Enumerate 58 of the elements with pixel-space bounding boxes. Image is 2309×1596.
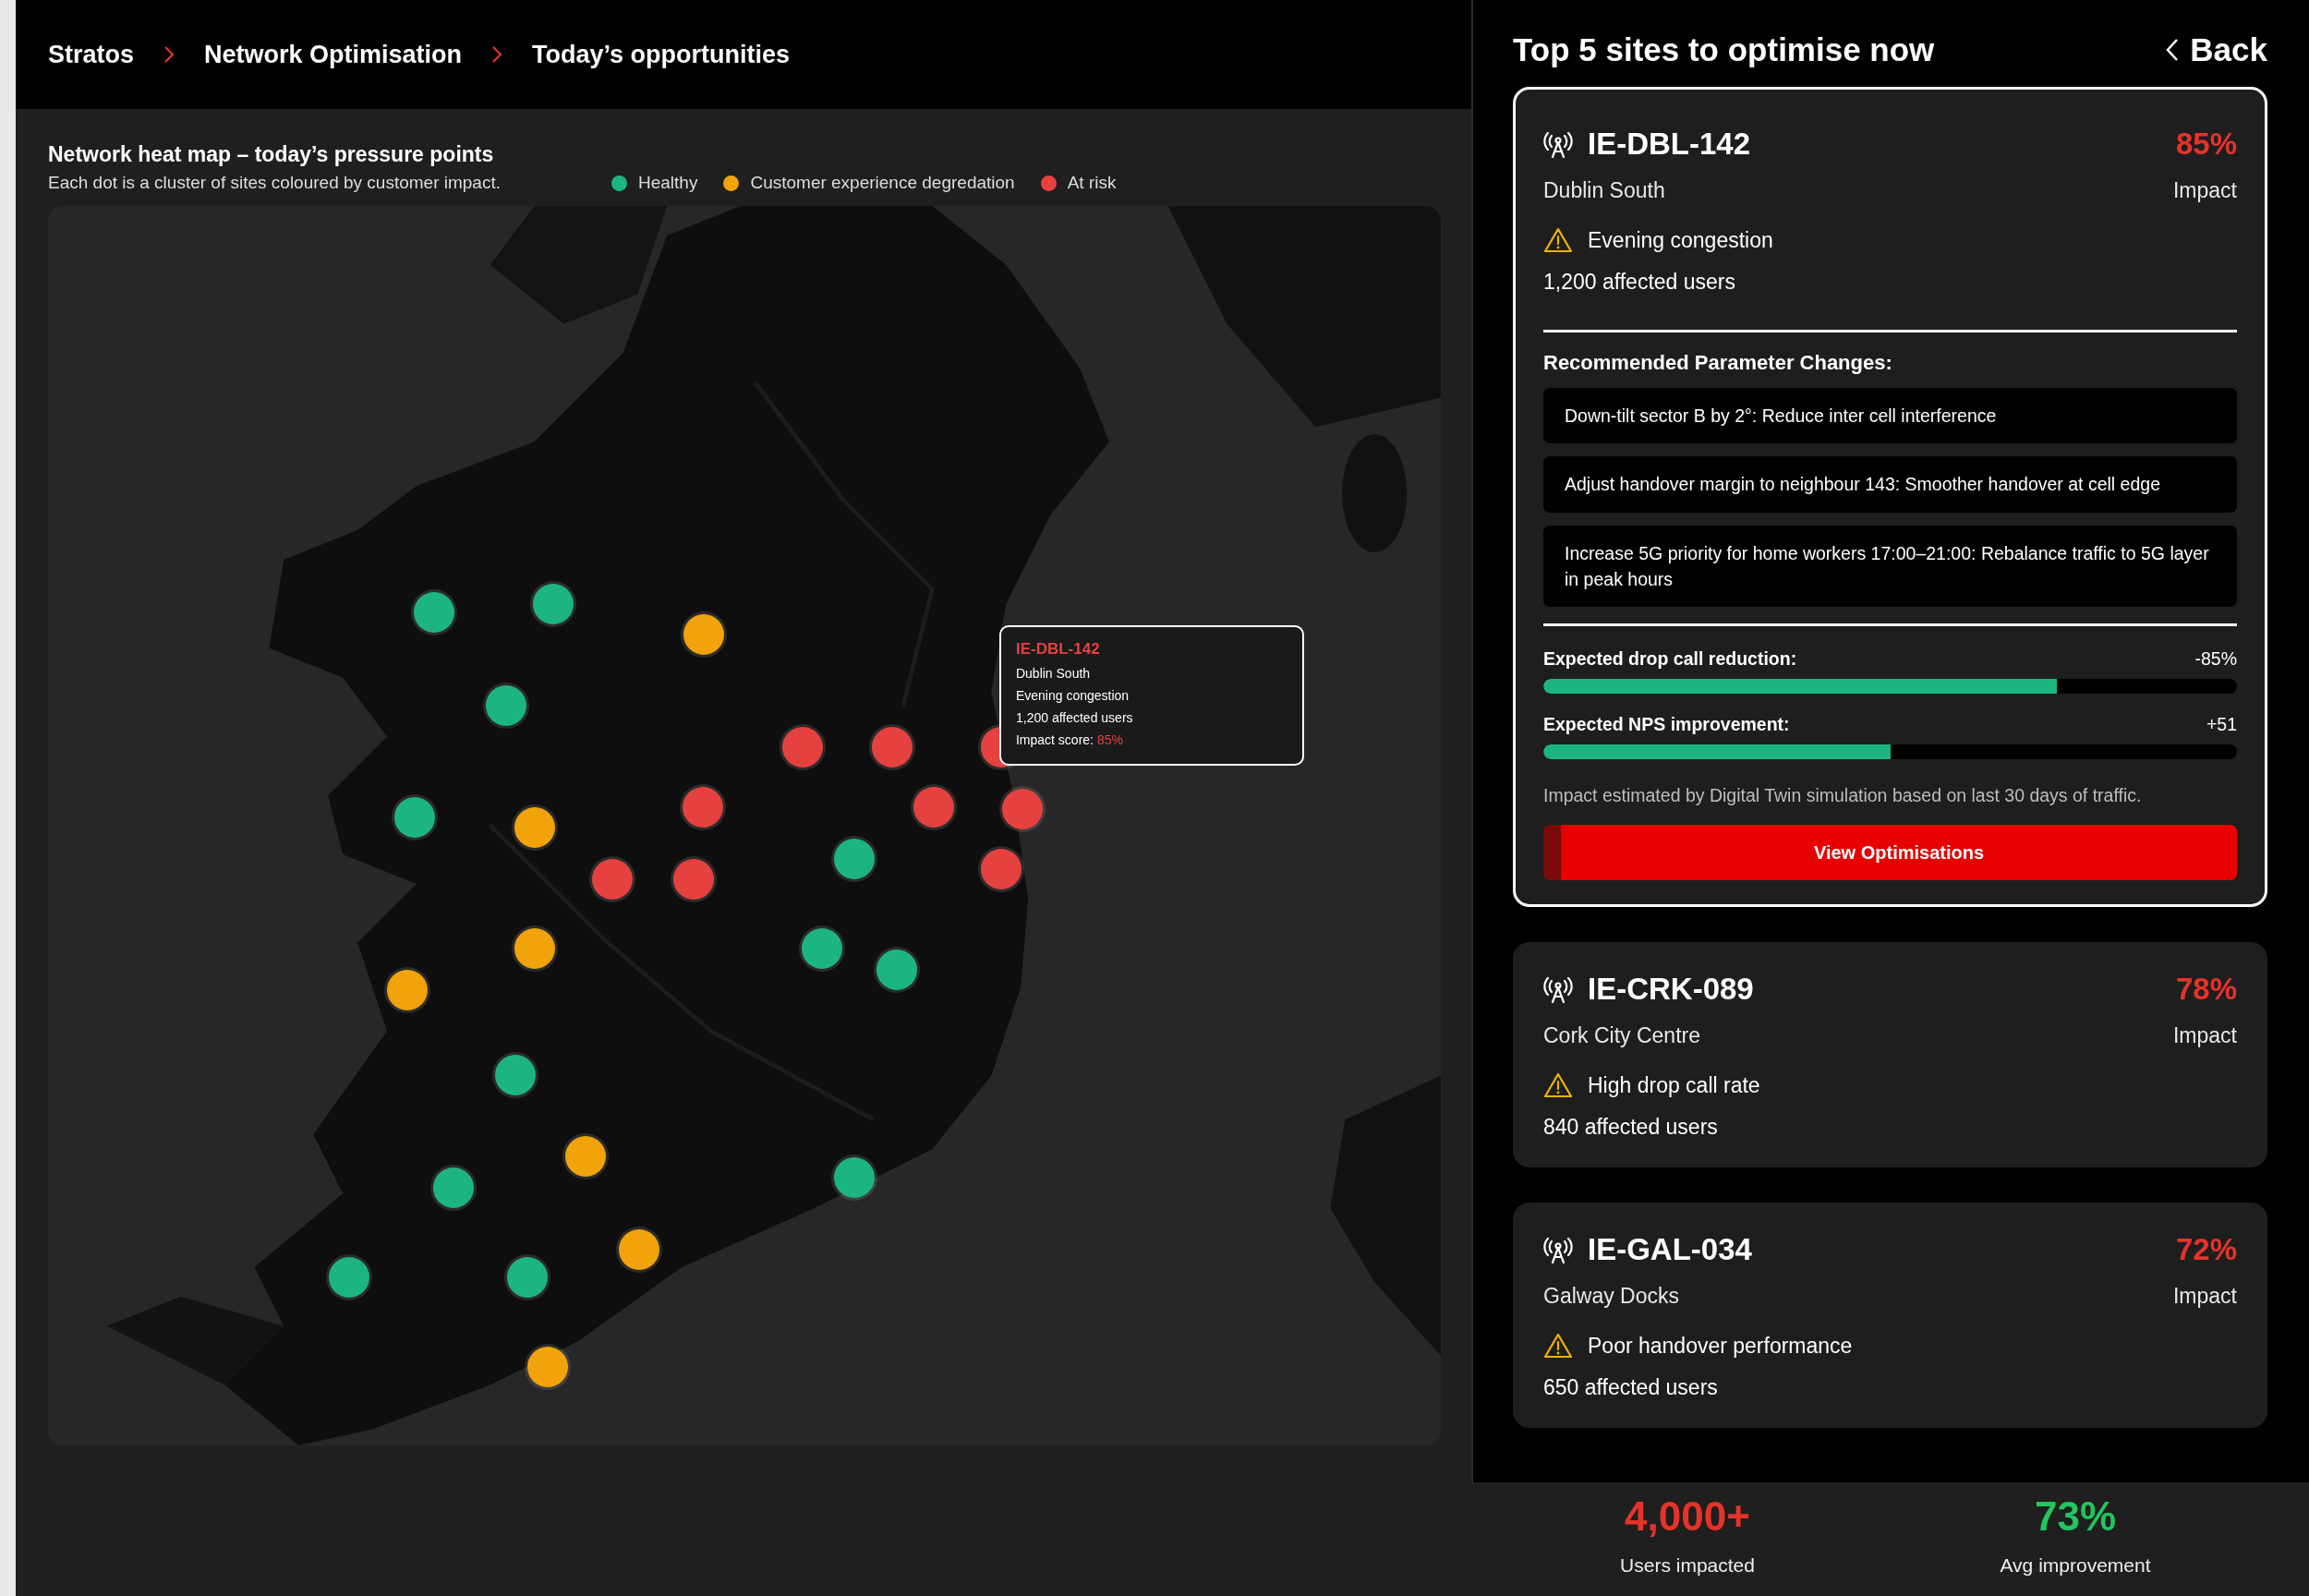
site-card[interactable] bbox=[1513, 87, 2267, 908]
tooltip-site-id: IE-DBL-142 bbox=[1015, 639, 1101, 659]
stat-label: Avg improvement bbox=[2000, 1554, 2151, 1577]
recommendation-item: Increase 5G priority for home workers 17:00–21:00: Rebalance traffic to 5G layer in peak hours bbox=[1543, 525, 2237, 608]
impact-value: 72% bbox=[2175, 1232, 2237, 1268]
site-id: IE-GAL-034 bbox=[1588, 1232, 1752, 1268]
impact-value: 78% bbox=[2175, 972, 2237, 1008]
tooltip-issue: Evening congestion bbox=[1015, 687, 1130, 703]
site-id: IE-CRK-089 bbox=[1588, 972, 1754, 1008]
metric-reading: -85% bbox=[2194, 648, 2237, 671]
impact-value: 85% bbox=[2175, 127, 2237, 162]
affected-users: 840 affected users bbox=[1543, 1115, 1719, 1141]
issue-text: Evening congestion bbox=[1588, 227, 1773, 253]
metric-label: Expected NPS improvement: bbox=[1543, 714, 1790, 736]
chevron-left-icon bbox=[2166, 38, 2180, 62]
view-optimisations-button[interactable]: View Optimisations bbox=[1543, 825, 2237, 881]
site-location: Galway Docks bbox=[1543, 1284, 1679, 1310]
legend-label: Healthy bbox=[638, 173, 698, 193]
site-id: IE-DBL-142 bbox=[1588, 127, 1751, 162]
stat-label: Users impacted bbox=[1620, 1554, 1755, 1577]
metric-label: Expected drop call reduction: bbox=[1543, 648, 1797, 671]
tooltip-impact-value: 85% bbox=[1096, 732, 1123, 747]
impact-label: Impact bbox=[2172, 1023, 2237, 1049]
warning-icon bbox=[1543, 227, 1573, 253]
site-card[interactable]: IE-CRK-089 78% Cork City Centre Impact High drop call rate 840 affected users bbox=[1513, 942, 2267, 1168]
stat-value: 73% bbox=[2034, 1493, 2117, 1540]
antenna-icon bbox=[1543, 129, 1573, 159]
breadcrumb-link[interactable]: Network Optimisation bbox=[204, 40, 463, 69]
map-title: Network heat map – today’s pressure points bbox=[48, 142, 495, 167]
impact-label: Impact bbox=[2172, 178, 2237, 203]
antenna-icon bbox=[1543, 974, 1573, 1005]
back-button[interactable]: Back bbox=[2166, 31, 2267, 68]
stat-value: 4,000+ bbox=[1625, 1493, 1750, 1540]
impact-note: Impact estimated by Digital Twin simulation based on last 30 days of traffic. bbox=[1543, 785, 2143, 807]
site-card[interactable]: IE-GAL-034 72% Galway Docks Impact Poor handover performance 650 affected users bbox=[1513, 1203, 2267, 1429]
breadcrumb-link[interactable]: Today’s opportunities bbox=[532, 40, 791, 69]
panel-title: Top 5 sites to optimise now bbox=[1513, 31, 1935, 68]
site-location: Dublin South bbox=[1543, 178, 1665, 203]
affected-users: 650 affected users bbox=[1543, 1375, 1719, 1401]
breadcrumb-link[interactable]: Stratos bbox=[48, 40, 135, 69]
legend-label: Customer experience degredation bbox=[750, 173, 1015, 193]
impact-label: Impact bbox=[2172, 1284, 2237, 1310]
warning-icon bbox=[1543, 1333, 1573, 1360]
recommendation-item: Down-tilt sector B by 2°: Reduce inter cell interference bbox=[1543, 388, 2237, 444]
site-location: Cork City Centre bbox=[1543, 1023, 1700, 1049]
warning-icon bbox=[1543, 1072, 1573, 1099]
tooltip-location: Dublin South bbox=[1015, 665, 1092, 681]
antenna-icon bbox=[1543, 1235, 1573, 1265]
map-subtitle: Each dot is a cluster of sites coloured by customer impact. bbox=[48, 173, 501, 193]
metric-reading: +51 bbox=[2206, 714, 2237, 736]
recommendation-item: Adjust handover margin to neighbour 143: Smoother handover at cell edge bbox=[1543, 456, 2237, 513]
legend-label: At risk bbox=[1067, 173, 1117, 193]
issue-text: High drop call rate bbox=[1588, 1072, 1760, 1098]
tooltip-users: 1,200 affected users bbox=[1015, 709, 1134, 725]
affected-users: 1,200 affected users bbox=[1543, 270, 1736, 295]
recommendations-title: Recommended Parameter Changes: bbox=[1543, 351, 1893, 375]
issue-text: Poor handover performance bbox=[1588, 1333, 1853, 1359]
tooltip-impact-label: Impact score: bbox=[1015, 732, 1094, 747]
